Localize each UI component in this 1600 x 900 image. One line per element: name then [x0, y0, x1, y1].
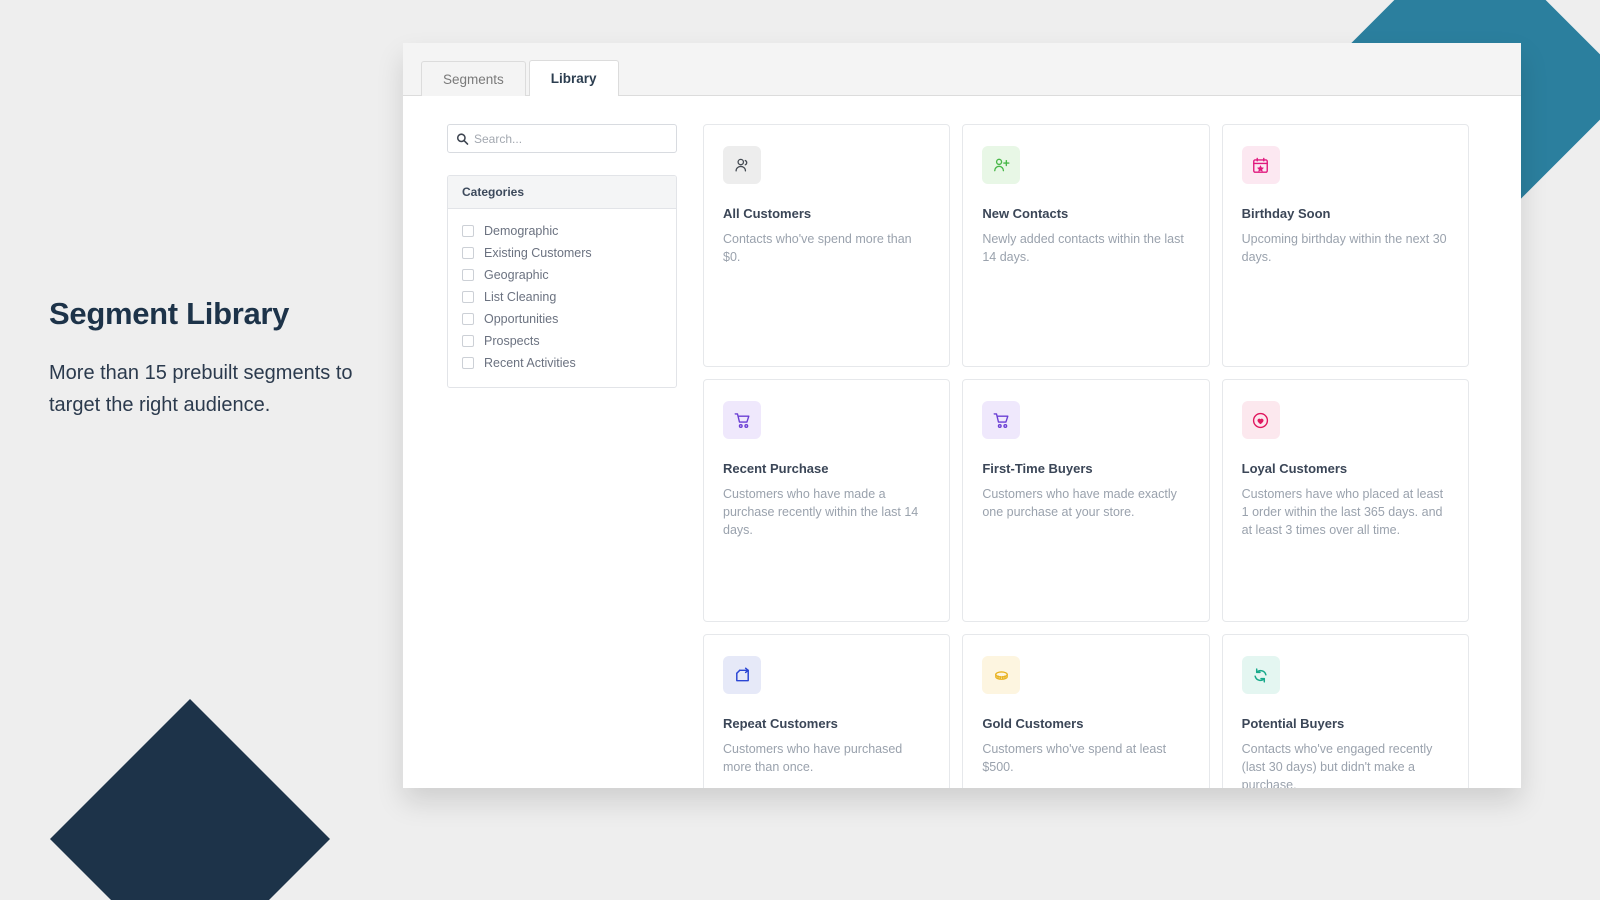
segment-card-new-contacts[interactable]: New Contacts Newly added contacts within…	[962, 124, 1209, 367]
category-label: Recent Activities	[484, 356, 576, 370]
segment-card-title: Loyal Customers	[1242, 461, 1449, 476]
category-label: Opportunities	[484, 312, 558, 326]
categories-header: Categories	[448, 176, 676, 209]
app-window: Segments Library Categories	[403, 43, 1521, 788]
segment-card-title: Birthday Soon	[1242, 206, 1449, 221]
tab-library[interactable]: Library	[529, 60, 619, 96]
shopping-cart-icon	[982, 401, 1020, 439]
tab-library-label: Library	[551, 71, 597, 86]
checkbox-existing-customers[interactable]	[462, 247, 474, 259]
category-label: Geographic	[484, 268, 549, 282]
category-row-prospects[interactable]: Prospects	[448, 330, 676, 352]
refresh-sync-icon	[1242, 656, 1280, 694]
segment-card-description: Upcoming birthday within the next 30 day…	[1242, 230, 1449, 266]
heart-circle-icon	[1242, 401, 1280, 439]
library-panel: Categories Demographic Existing Customer…	[403, 96, 1521, 788]
checkbox-geographic[interactable]	[462, 269, 474, 281]
segment-card-title: Gold Customers	[982, 716, 1189, 731]
segment-cards-grid: All Customers Contacts who've spend more…	[703, 124, 1469, 788]
segment-card-first-time-buyers[interactable]: First-Time Buyers Customers who have mad…	[962, 379, 1209, 622]
segment-cards-area: All Customers Contacts who've spend more…	[678, 124, 1521, 788]
categories-list: Demographic Existing Customers Geographi…	[448, 209, 676, 387]
segment-card-description: Customers who have purchased more than o…	[723, 740, 930, 776]
tab-bar: Segments Library	[403, 43, 1521, 96]
segment-card-title: First-Time Buyers	[982, 461, 1189, 476]
segment-card-title: Potential Buyers	[1242, 716, 1449, 731]
segment-card-title: New Contacts	[982, 206, 1189, 221]
gold-coin-icon	[982, 656, 1020, 694]
categories-card: Categories Demographic Existing Customer…	[447, 175, 677, 388]
checkbox-recent-activities[interactable]	[462, 357, 474, 369]
tab-segments[interactable]: Segments	[421, 61, 526, 96]
page-title: Segment Library	[49, 295, 379, 332]
segment-card-title: Recent Purchase	[723, 461, 930, 476]
segment-card-description: Customers who have made exactly one purc…	[982, 485, 1189, 521]
category-row-existing-customers[interactable]: Existing Customers	[448, 242, 676, 264]
search-input[interactable]	[474, 132, 676, 146]
checkbox-demographic[interactable]	[462, 225, 474, 237]
navy-diamond-decoration	[50, 699, 330, 900]
segment-card-recent-purchase[interactable]: Recent Purchase Customers who have made …	[703, 379, 950, 622]
tab-segments-label: Segments	[443, 72, 504, 87]
segment-card-loyal-customers[interactable]: Loyal Customers Customers have who place…	[1222, 379, 1469, 622]
category-label: Prospects	[484, 334, 540, 348]
search-icon	[456, 132, 469, 145]
segment-card-title: Repeat Customers	[723, 716, 930, 731]
segment-card-potential-buyers[interactable]: Potential Buyers Contacts who've engaged…	[1222, 634, 1469, 788]
segment-card-description: Customers who've spend at least $500.	[982, 740, 1189, 776]
library-sidebar: Categories Demographic Existing Customer…	[403, 124, 678, 788]
segment-card-description: Newly added contacts within the last 14 …	[982, 230, 1189, 266]
checkbox-prospects[interactable]	[462, 335, 474, 347]
category-label: Existing Customers	[484, 246, 592, 260]
segment-card-description: Customers have who placed at least 1 ord…	[1242, 485, 1449, 539]
segment-card-title: All Customers	[723, 206, 930, 221]
repeat-box-icon	[723, 656, 761, 694]
category-label: Demographic	[484, 224, 558, 238]
category-row-recent-activities[interactable]: Recent Activities	[448, 352, 676, 374]
segment-card-description: Customers who have made a purchase recen…	[723, 485, 930, 539]
person-add-icon	[982, 146, 1020, 184]
checkbox-list-cleaning[interactable]	[462, 291, 474, 303]
segment-card-description: Contacts who've spend more than $0.	[723, 230, 930, 266]
category-row-list-cleaning[interactable]: List Cleaning	[448, 286, 676, 308]
category-row-geographic[interactable]: Geographic	[448, 264, 676, 286]
checkbox-opportunities[interactable]	[462, 313, 474, 325]
segment-card-description: Contacts who've engaged recently (last 3…	[1242, 740, 1449, 788]
segment-card-birthday-soon[interactable]: Birthday Soon Upcoming birthday within t…	[1222, 124, 1469, 367]
calendar-star-icon	[1242, 146, 1280, 184]
people-icon	[723, 146, 761, 184]
search-box[interactable]	[447, 124, 677, 153]
category-row-demographic[interactable]: Demographic	[448, 220, 676, 242]
segment-card-gold-customers[interactable]: Gold Customers Customers who've spend at…	[962, 634, 1209, 788]
segment-card-repeat-customers[interactable]: Repeat Customers Customers who have purc…	[703, 634, 950, 788]
hero-copy: Segment Library More than 15 prebuilt se…	[49, 295, 379, 421]
shopping-cart-icon	[723, 401, 761, 439]
page-subtitle: More than 15 prebuilt segments to target…	[49, 358, 379, 421]
category-row-opportunities[interactable]: Opportunities	[448, 308, 676, 330]
segment-card-all-customers[interactable]: All Customers Contacts who've spend more…	[703, 124, 950, 367]
category-label: List Cleaning	[484, 290, 556, 304]
